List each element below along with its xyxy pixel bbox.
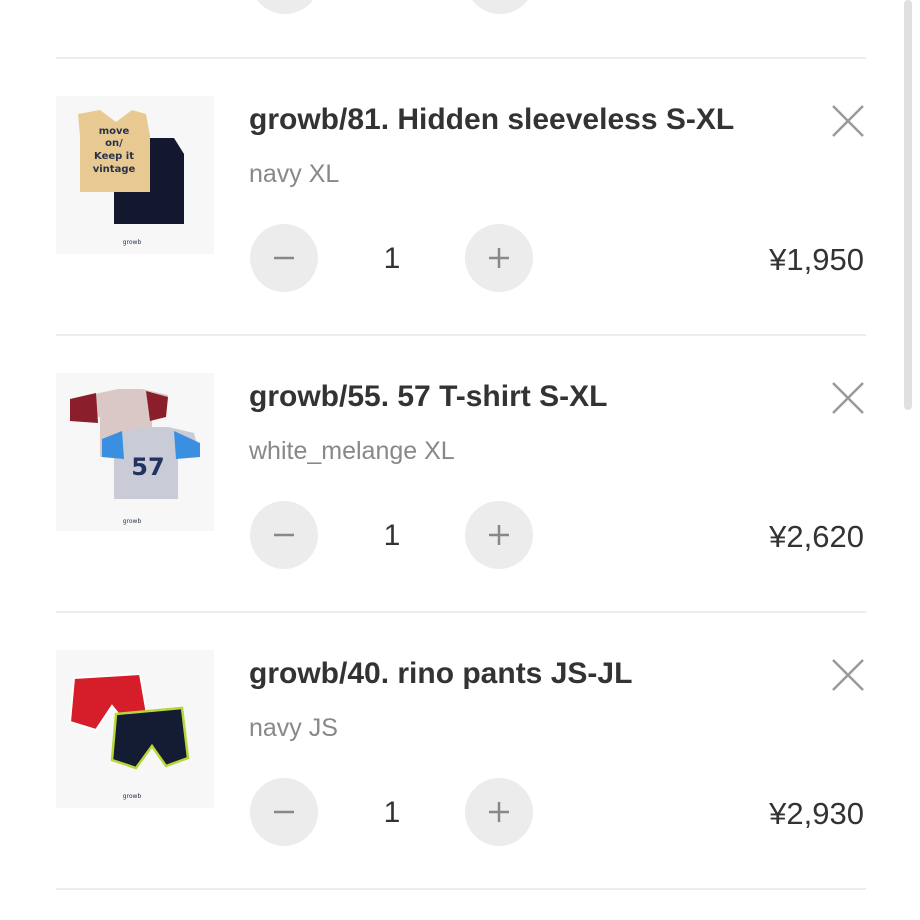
minus-icon [274,533,294,537]
divider [56,888,866,890]
decrease-quantity-button[interactable] [250,224,318,292]
close-icon [832,105,864,137]
plus-icon [489,248,509,268]
cart-item: move on/ Keep it vintage growb growb/81.… [0,60,920,336]
product-name[interactable]: growb/81. Hidden sleeveless S-XL [249,103,734,137]
close-icon [832,659,864,691]
plus-icon [489,802,509,822]
previous-item-decrease-button[interactable] [250,0,320,14]
product-image[interactable]: 57 growb [56,373,214,531]
plus-icon [489,525,509,545]
quantity-value: 1 [383,519,401,552]
decrease-quantity-button[interactable] [250,778,318,846]
product-name[interactable]: growb/55. 57 T-shirt S-XL [249,380,607,414]
close-icon [832,382,864,414]
shirt-print-line-3: Keep it [94,151,134,162]
tshirts-image: 57 growb [56,373,214,531]
remove-item-button[interactable] [829,102,867,140]
minus-icon [274,256,294,260]
product-variant: navy XL [249,160,340,188]
product-image[interactable]: move on/ Keep it vintage growb [56,96,214,254]
divider [56,334,866,336]
quantity-value: 1 [383,796,401,829]
increase-quantity-button[interactable] [465,501,533,569]
item-price: ¥2,930 [769,796,864,831]
divider [56,57,866,59]
item-price: ¥2,620 [769,519,864,554]
scrollbar[interactable] [904,0,912,410]
brand-mark: growb [123,239,142,246]
increase-quantity-button[interactable] [465,778,533,846]
sleeveless-shirts-image: move on/ Keep it vintage growb [56,96,214,254]
shirt-print-line-2: on/ [105,138,123,149]
product-variant: white_melange XL [249,437,455,465]
brand-mark: growb [123,793,142,800]
product-variant: navy JS [249,714,338,742]
divider [56,611,866,613]
remove-item-button[interactable] [829,656,867,694]
cart-item: growb growb/40. rino pants JS-JL navy JS… [0,614,920,890]
shirt-print-line-1: move [99,126,130,137]
minus-icon [274,810,294,814]
increase-quantity-button[interactable] [465,224,533,292]
product-image[interactable]: growb [56,650,214,808]
previous-item-increase-button[interactable] [465,0,535,14]
shirt-print-line-4: vintage [93,164,136,175]
shirt-number-print: 57 [131,453,164,481]
remove-item-button[interactable] [829,379,867,417]
decrease-quantity-button[interactable] [250,501,318,569]
shorts-image: growb [56,650,214,808]
brand-mark: growb [123,518,142,525]
quantity-value: 1 [383,242,401,275]
cart-item: 57 growb growb/55. 57 T-shirt S-XL white… [0,337,920,613]
item-price: ¥1,950 [769,242,864,277]
product-name[interactable]: growb/40. rino pants JS-JL [249,657,632,691]
